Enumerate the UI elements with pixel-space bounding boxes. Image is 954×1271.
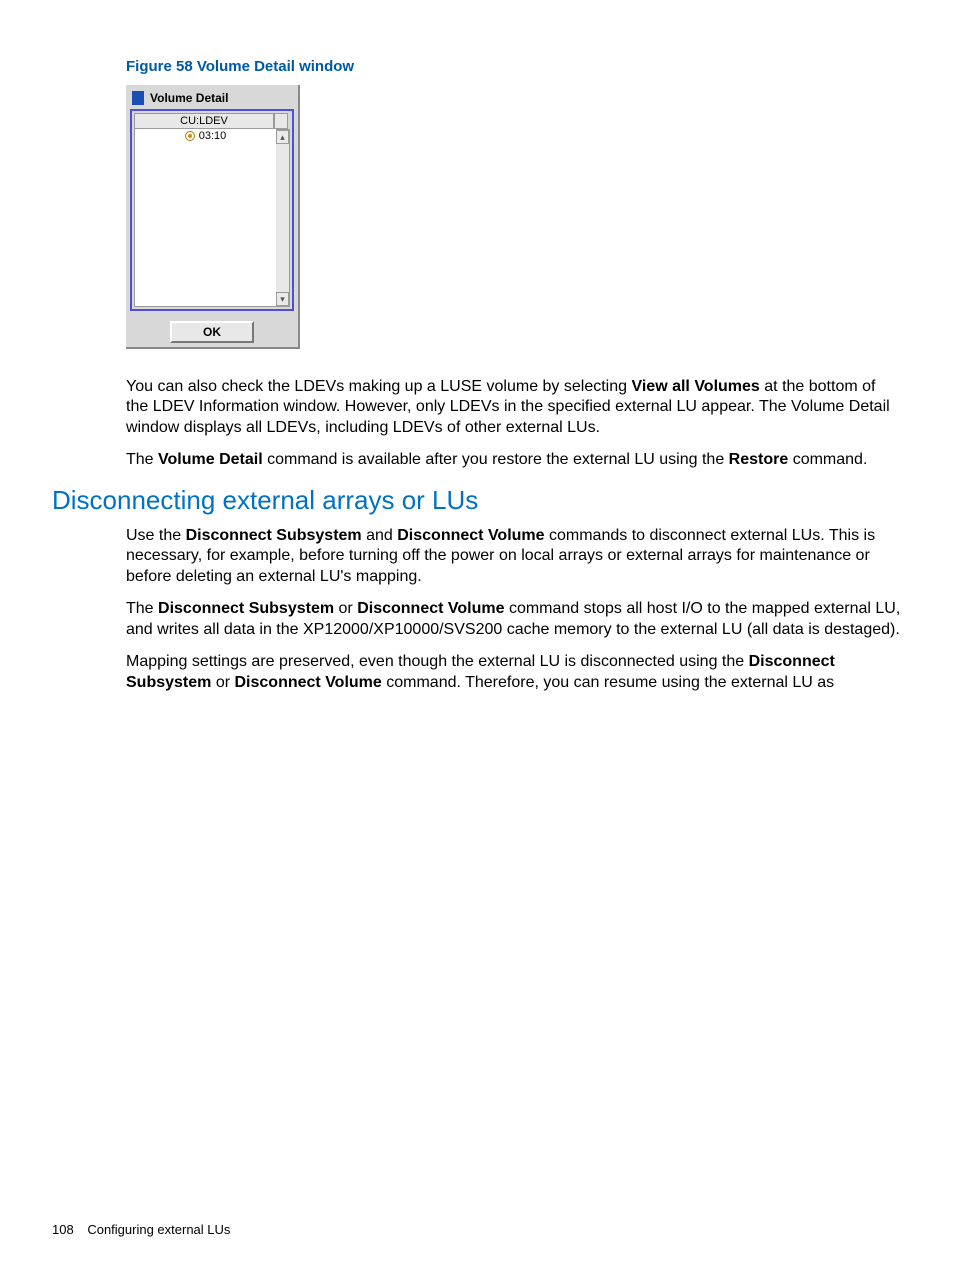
scroll-up-button[interactable]: ▴ (276, 130, 289, 144)
dialog-titlebar: Volume Detail (130, 89, 294, 109)
scroll-down-button[interactable]: ▾ (276, 292, 289, 306)
bold-text: Restore (729, 451, 789, 468)
bold-text: Disconnect Volume (357, 600, 504, 617)
text: Mapping settings are preserved, even tho… (126, 653, 749, 670)
paragraph: Mapping settings are preserved, even tho… (126, 652, 902, 693)
text: and (362, 527, 398, 544)
bold-text: Disconnect Subsystem (158, 600, 334, 617)
body-text: Use the Disconnect Subsystem and Disconn… (126, 526, 902, 693)
page-footer: 108 Configuring external LUs (52, 1222, 230, 1237)
list-item[interactable]: 03:10 (135, 129, 276, 143)
text: You can also check the LDEVs making up a… (126, 378, 631, 395)
dialog-title: Volume Detail (150, 91, 228, 105)
paragraph: Use the Disconnect Subsystem and Disconn… (126, 526, 902, 587)
text: Use the (126, 527, 186, 544)
body-text: You can also check the LDEVs making up a… (126, 377, 902, 471)
bold-text: View all Volumes (631, 378, 759, 395)
figure-caption: Figure 58 Volume Detail window (126, 58, 902, 75)
scrollbar[interactable]: ▴ ▾ (276, 129, 290, 307)
list-body[interactable]: 03:10 (134, 129, 276, 307)
header-scroll-gap (274, 113, 288, 129)
text: command. (788, 451, 867, 468)
volume-icon (185, 131, 195, 141)
text: The (126, 600, 158, 617)
paragraph: You can also check the LDEVs making up a… (126, 377, 902, 438)
list-item-label: 03:10 (199, 130, 227, 142)
paragraph: The Volume Detail command is available a… (126, 450, 902, 470)
paragraph: The Disconnect Subsystem or Disconnect V… (126, 599, 902, 640)
bold-text: Volume Detail (158, 451, 263, 468)
ok-button[interactable]: OK (170, 321, 254, 343)
text: command is available after you restore t… (263, 451, 729, 468)
list-container: CU:LDEV 03:10 ▴ ▾ (130, 109, 294, 311)
dialog-footer: OK (130, 311, 294, 343)
column-header-culdev: CU:LDEV (134, 113, 274, 129)
page-number: 108 (52, 1222, 74, 1237)
bold-text: Disconnect Volume (397, 527, 544, 544)
bold-text: Disconnect Subsystem (186, 527, 362, 544)
volume-detail-dialog: Volume Detail CU:LDEV 03:10 ▴ ▾ (126, 85, 300, 349)
text: command. Therefore, you can resume using… (382, 674, 834, 691)
bold-text: Disconnect Volume (235, 674, 382, 691)
text: The (126, 451, 158, 468)
footer-section: Configuring external LUs (87, 1222, 230, 1237)
section-heading: Disconnecting external arrays or LUs (52, 485, 902, 516)
text: or (334, 600, 357, 617)
text: or (211, 674, 234, 691)
dialog-icon (132, 91, 144, 105)
